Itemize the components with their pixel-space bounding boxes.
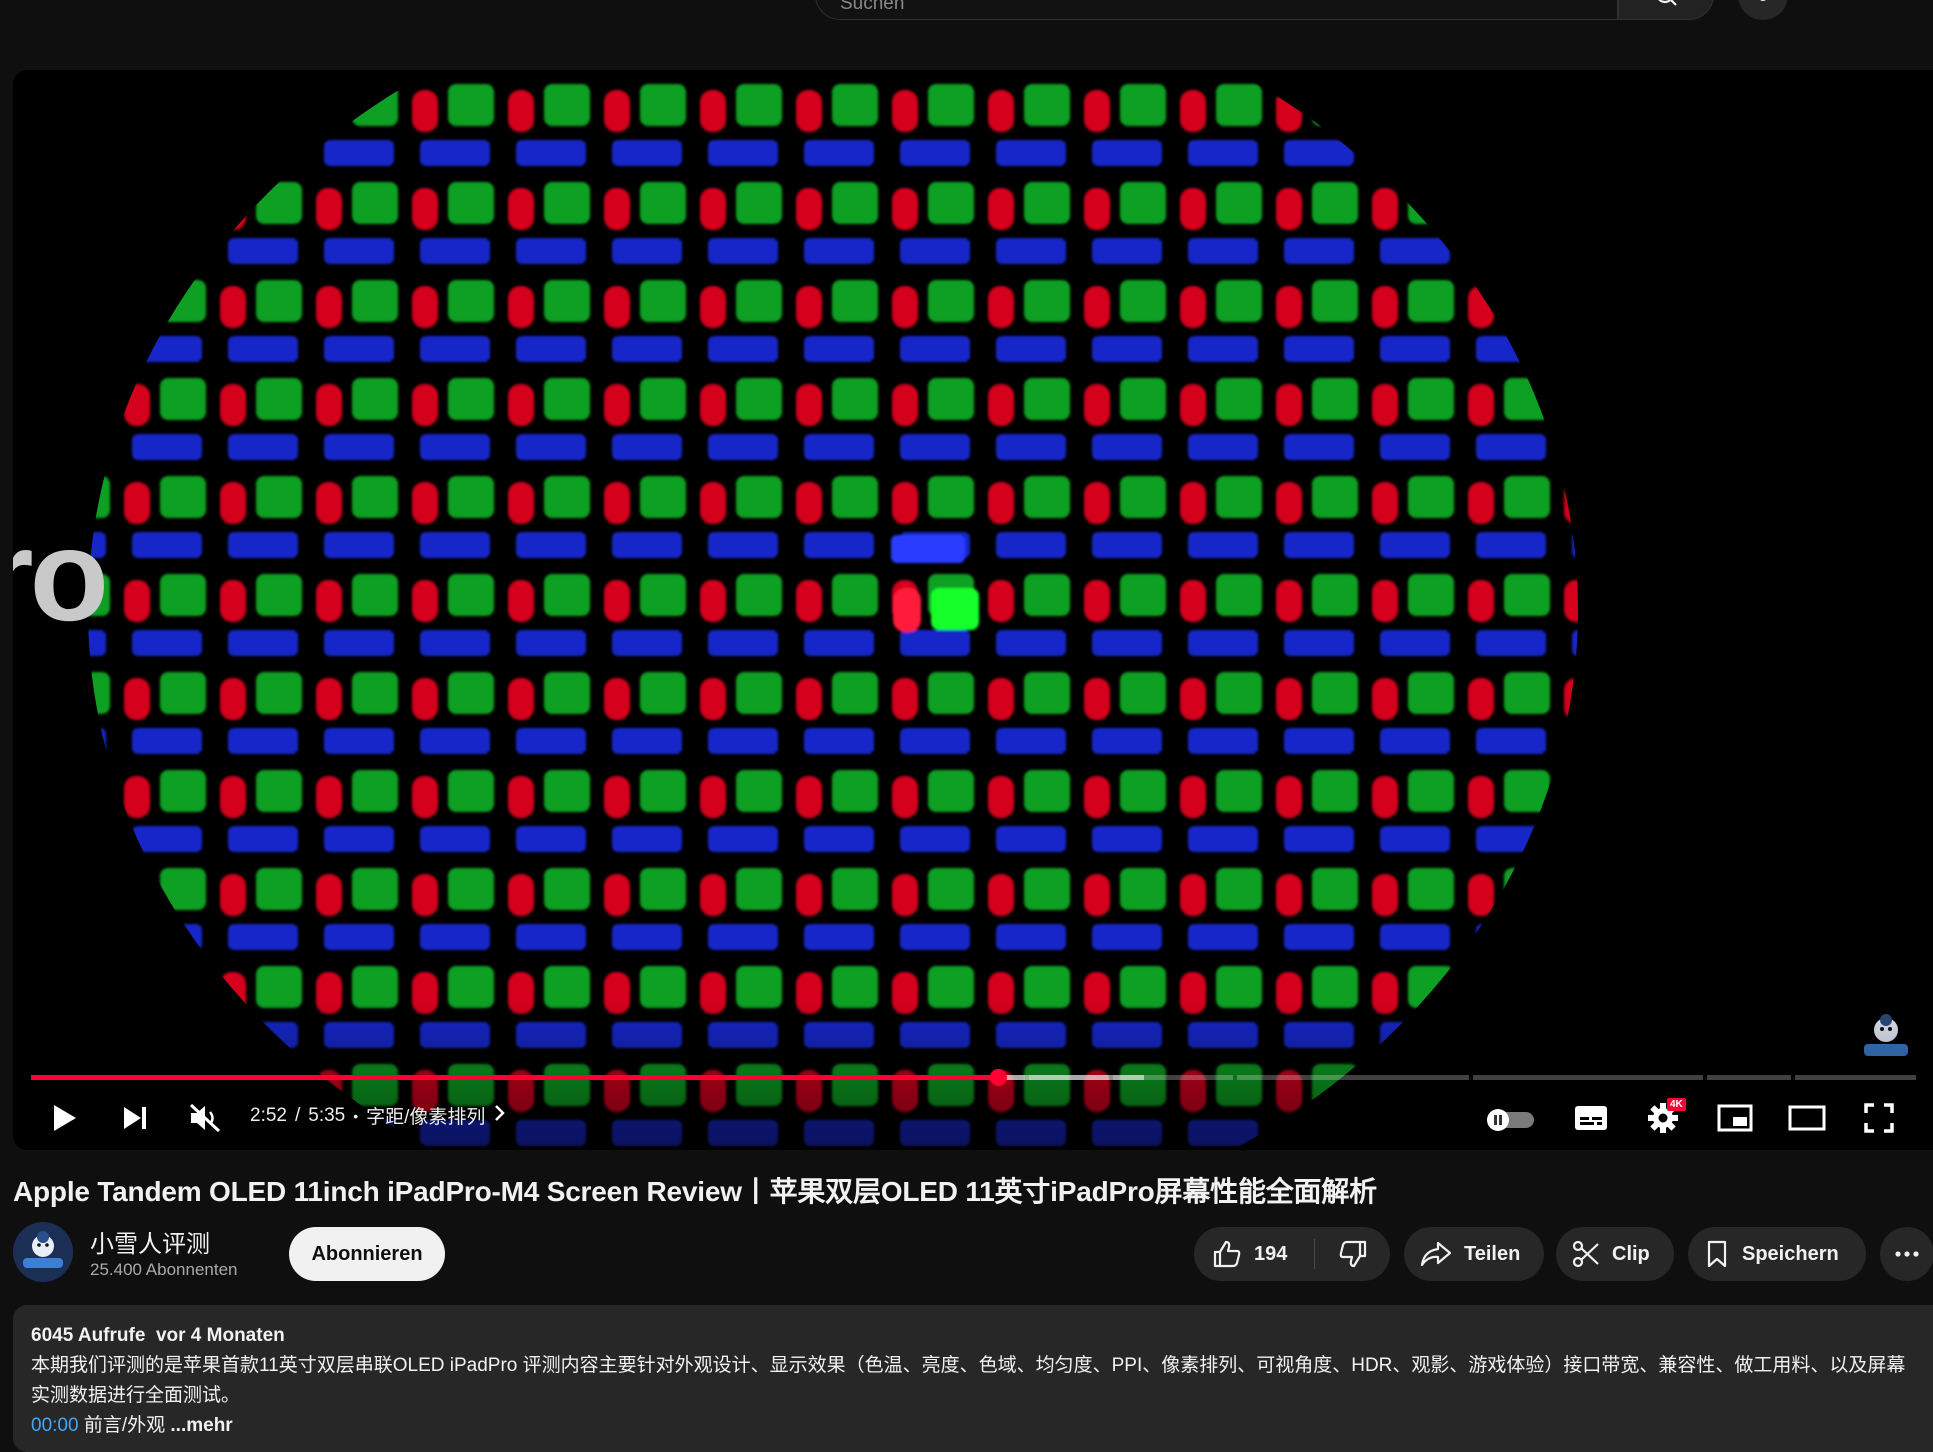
show-more-button[interactable]: ...mehr [170,1415,232,1436]
mute-icon [189,1103,221,1138]
scrubber-handle[interactable] [990,1069,1007,1086]
search-button[interactable] [1618,0,1714,20]
miniplayer-button[interactable] [1709,1094,1761,1146]
video-overlay-text: ro [13,502,109,648]
description-chapter: 00:00 前言/外观 ...mehr [31,1411,1915,1441]
theater-icon [1788,1105,1826,1136]
miniplayer-icon [1717,1104,1753,1137]
mic-icon [1755,0,1771,12]
thumbs-down-icon [1338,1240,1368,1268]
share-label: Teilen [1464,1242,1521,1265]
share-button[interactable]: Teilen [1404,1227,1544,1281]
played-range [31,1075,998,1080]
next-icon [121,1104,149,1137]
like-count: 194 [1254,1242,1288,1265]
buffered-range [998,1075,1144,1080]
chevron-right-icon[interactable] [493,1104,506,1128]
more-actions-button[interactable] [1880,1227,1933,1281]
time-separator: / [294,1104,301,1126]
current-time: 2:52 [250,1104,287,1126]
video-frame [88,84,1578,1146]
description-text: 本期我们评测的是苹果首款11英寸双层串联OLED iPadPro 评测内容主要针… [31,1355,1906,1406]
search-icon [1655,0,1677,11]
subtitles-button[interactable] [1565,1094,1617,1146]
video-player[interactable]: ro 2:52 / 5:35 • 字距/像素排列 [13,70,1933,1150]
clip-button[interactable]: Clip [1556,1227,1674,1281]
subtitles-icon [1574,1105,1608,1136]
progress-bar[interactable] [31,1069,1916,1086]
subscribe-button[interactable]: Abonnieren [289,1227,445,1281]
next-button[interactable] [109,1094,161,1146]
channel-avatar[interactable] [13,1222,73,1282]
search-input[interactable]: Suchen [815,0,1618,20]
chapter-title[interactable]: 字距/像素排列 [366,1102,485,1129]
voice-search-button[interactable] [1738,0,1788,20]
chapter-dot: • [353,1107,359,1124]
masthead: Suchen [0,0,1933,70]
thumbs-up-icon [1212,1240,1242,1268]
upload-age: vor 4 Monaten [155,1325,285,1346]
description-box[interactable]: 6045 Aufrufe vor 4 Monaten 本期我们评测的是苹果首款1… [13,1305,1933,1452]
fullscreen-icon [1864,1102,1894,1138]
theater-button[interactable] [1781,1094,1833,1146]
settings-button[interactable]: 4K [1637,1094,1689,1146]
save-label: Speichern [1742,1242,1839,1265]
chapter-timestamp-link[interactable]: 00:00 [31,1415,79,1436]
fullscreen-button[interactable] [1853,1094,1905,1146]
view-count: 6045 Aufrufe [31,1325,146,1346]
duration: 5:35 [308,1104,346,1126]
quality-badge: 4K [1667,1098,1686,1111]
scissors-icon [1572,1240,1600,1268]
view-stats: 6045 Aufrufe vor 4 Monaten [31,1325,1915,1347]
subscriber-count: 25.400 Abonnenten [90,1260,238,1279]
time-display: 2:52 / 5:35 • 字距/像素排列 [250,1102,506,1129]
mute-button[interactable] [179,1094,231,1146]
more-icon [1895,1251,1919,1257]
like-button[interactable]: 194 [1194,1227,1314,1281]
play-icon [50,1103,78,1138]
dislike-button[interactable] [1315,1227,1390,1281]
bookmark-icon [1706,1240,1728,1268]
video-title: Apple Tandem OLED 11inch iPadPro-M4 Scre… [13,1176,1377,1207]
save-button[interactable]: Speichern [1688,1227,1866,1281]
play-button[interactable] [38,1094,90,1146]
channel-name[interactable]: 小雪人评测 [90,1224,210,1259]
clip-label: Clip [1612,1242,1650,1265]
autoplay-toggle[interactable] [1483,1100,1539,1140]
like-dislike-group: 194 [1194,1227,1390,1281]
share-icon [1420,1241,1452,1267]
chapter-name: 前言/外观 [83,1415,166,1436]
